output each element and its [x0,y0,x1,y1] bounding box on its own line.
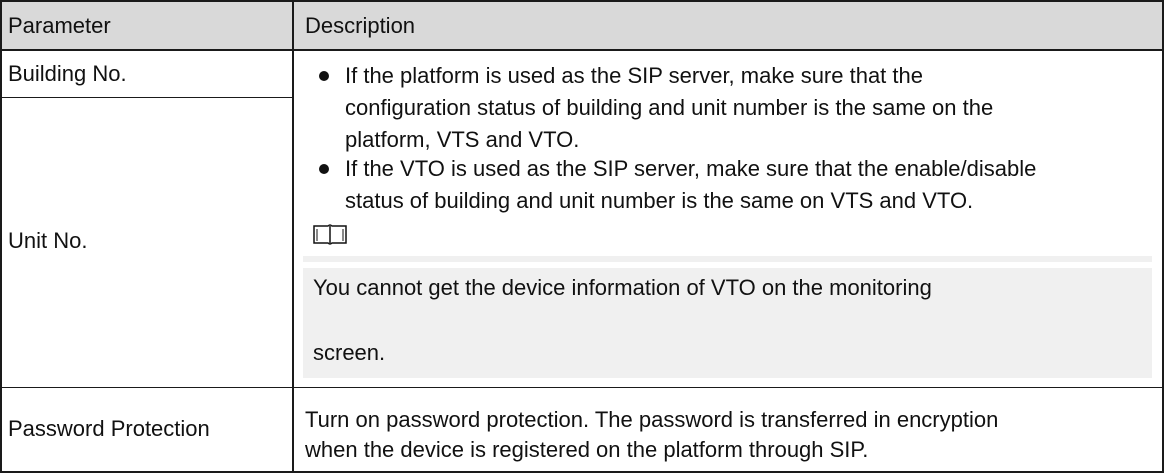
bullet-1-line-3: platform, VTS and VTO. [345,127,580,152]
param-unit-no: Unit No. [8,228,88,253]
book-icon [313,224,347,245]
note-line-2: screen. [313,340,386,365]
table-header [0,0,1164,50]
parameter-table: Parameter Description Building No. Unit … [0,0,1164,473]
bullet-1-line-1: If the platform is used as the SIP serve… [345,63,923,88]
header-parameter: Parameter [8,13,111,38]
note-line-1: You cannot get the device information of… [313,275,932,300]
row-divider-unit [0,387,1164,388]
table-border-left [0,0,2,473]
bullet-icon [319,164,329,174]
table-border-right [1162,0,1164,473]
bullet-icon [319,71,329,81]
bullet-2-line-2: status of building and unit number is th… [345,188,974,213]
bullet-2-line-1: If the VTO is used as the SIP server, ma… [345,156,1037,181]
password-desc-line-1: Turn on password protection. The passwor… [305,407,999,432]
param-building-no: Building No. [8,61,127,86]
header-divider [0,49,1164,51]
param-password-protection: Password Protection [8,416,210,441]
column-divider [292,0,294,473]
password-desc-line-2: when the device is registered on the pla… [305,437,869,462]
row-divider-building [0,97,292,98]
note-spacer [303,262,1152,268]
table-border-top [0,0,1164,2]
header-description: Description [305,13,416,38]
bullet-1-line-2: configuration status of building and uni… [345,95,994,120]
